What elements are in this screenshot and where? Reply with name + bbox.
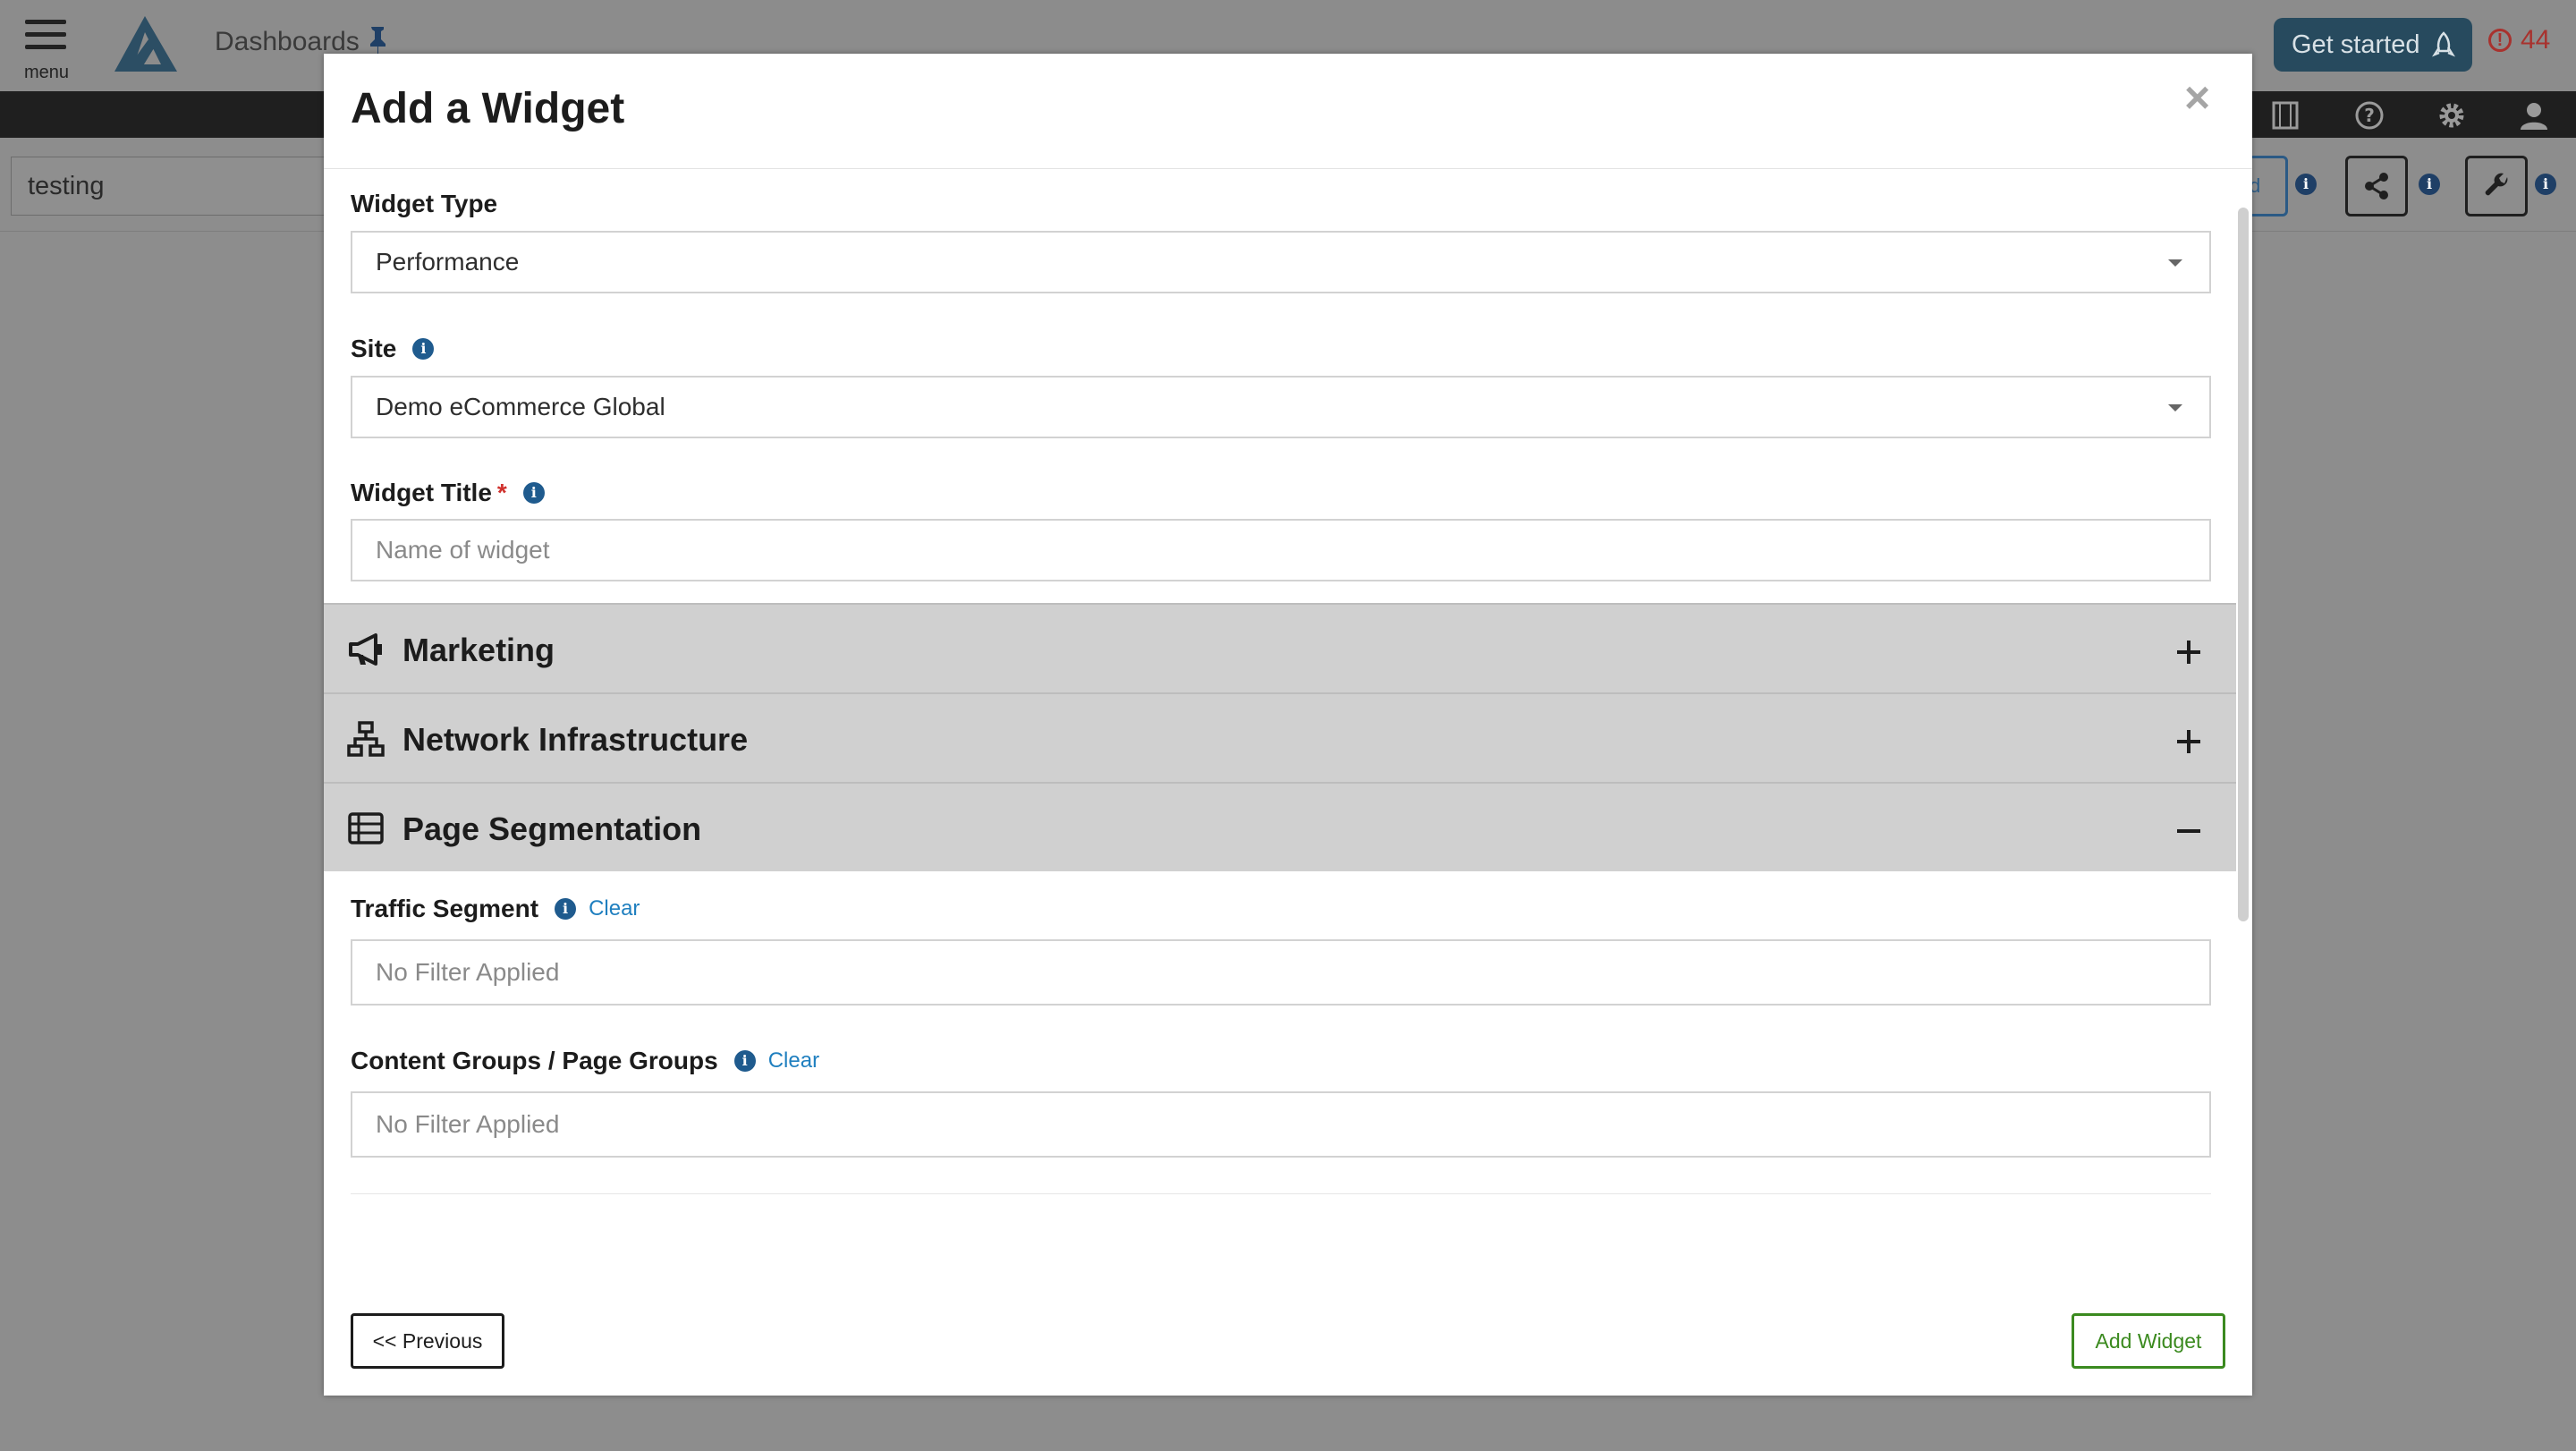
widget-type-label-text: Widget Type [351,190,498,217]
plus-icon[interactable] [2175,728,2202,755]
add-widget-button[interactable]: Add Widget [2072,1313,2225,1369]
dashboard-name-input[interactable]: testing [11,157,369,216]
header-divider [324,168,2252,169]
info-icon[interactable]: i [2295,174,2317,195]
info-icon[interactable]: i [555,898,577,920]
traffic-segment-filter[interactable]: No Filter Applied [351,939,2211,1006]
section-marketing[interactable]: Marketing [324,603,2236,692]
gear-icon[interactable] [2436,100,2467,131]
svg-text:?: ? [2364,105,2375,126]
breadcrumb-dashboards[interactable]: Dashboards [215,27,360,57]
alert-indicator[interactable]: ! 44 [2488,25,2550,55]
user-icon[interactable] [2519,100,2549,131]
section-title: Network Infrastructure [402,721,749,758]
minus-icon[interactable] [2175,818,2202,844]
required-mark: * [496,479,507,506]
modal-title: Add a Widget [351,85,625,132]
info-icon[interactable]: i [522,482,545,504]
menu-button[interactable]: menu [20,16,73,88]
info-icon[interactable]: i [733,1050,756,1072]
info-icon[interactable]: i [2535,174,2556,195]
content-groups-filter[interactable]: No Filter Applied [351,1091,2211,1158]
section-title: Page Segmentation [402,810,702,847]
share-button[interactable] [2345,156,2408,216]
widget-title-input[interactable]: Name of widget [351,519,2211,581]
get-started-button[interactable]: Get started [2274,18,2472,72]
plus-icon[interactable] [2175,639,2202,666]
content-groups-label: Content Groups / Page Groups i Clear [351,1047,819,1075]
site-label-text: Site [351,335,397,362]
traffic-segment-label-text: Traffic Segment [351,895,539,922]
menu-bar [25,45,66,49]
chevron-down-icon [2168,404,2182,412]
share-icon [2365,173,2388,199]
pin-icon[interactable] [365,25,390,55]
menu-bar [25,20,66,24]
chevron-down-icon [2168,259,2182,267]
rocket-icon [2432,31,2456,57]
info-icon[interactable]: i [2419,174,2440,195]
wrench-icon [2485,173,2508,196]
info-icon[interactable]: i [412,338,435,360]
widget-type-value: Performance [376,248,520,276]
logo-icon[interactable] [107,13,179,75]
network-icon [347,721,385,757]
section-network-infrastructure[interactable]: Network Infrastructure [324,692,2236,782]
widget-title-label: Widget Title * i [351,479,545,507]
widget-title-placeholder: Name of widget [376,536,550,564]
widget-type-label: Widget Type [351,190,497,218]
content-groups-clear-link[interactable]: Clear [768,1048,819,1073]
list-table-icon [348,812,384,844]
wrench-button[interactable] [2465,156,2528,216]
traffic-segment-label: Traffic Segment i Clear [351,895,640,923]
close-icon[interactable]: × [2184,72,2210,123]
site-select[interactable]: Demo eCommerce Global [351,376,2211,438]
get-started-label: Get started [2292,30,2420,59]
add-widget-modal: Add a Widget × Widget Type Performance S… [324,54,2252,1396]
content-groups-label-text: Content Groups / Page Groups [351,1047,718,1074]
widget-type-select[interactable]: Performance [351,231,2211,293]
menu-label: menu [23,63,70,82]
traffic-segment-clear-link[interactable]: Clear [589,896,640,921]
site-label: Site i [351,335,435,363]
site-value: Demo eCommerce Global [376,393,665,420]
alert-count: 44 [2521,25,2551,55]
widget-title-label-text: Widget Title [351,479,492,506]
menu-bar [25,32,66,37]
alert-icon: ! [2488,29,2512,52]
footer-divider [351,1193,2211,1194]
traffic-segment-value: No Filter Applied [376,958,560,986]
content-groups-value: No Filter Applied [376,1110,560,1138]
section-page-segmentation[interactable]: Page Segmentation [324,782,2236,871]
previous-button[interactable]: << Previous [351,1313,504,1369]
bullhorn-icon [349,633,382,666]
film-icon[interactable] [2270,100,2301,131]
section-title: Marketing [402,632,555,668]
scrollbar[interactable] [2238,208,2249,921]
help-icon[interactable]: ? [2354,100,2385,131]
